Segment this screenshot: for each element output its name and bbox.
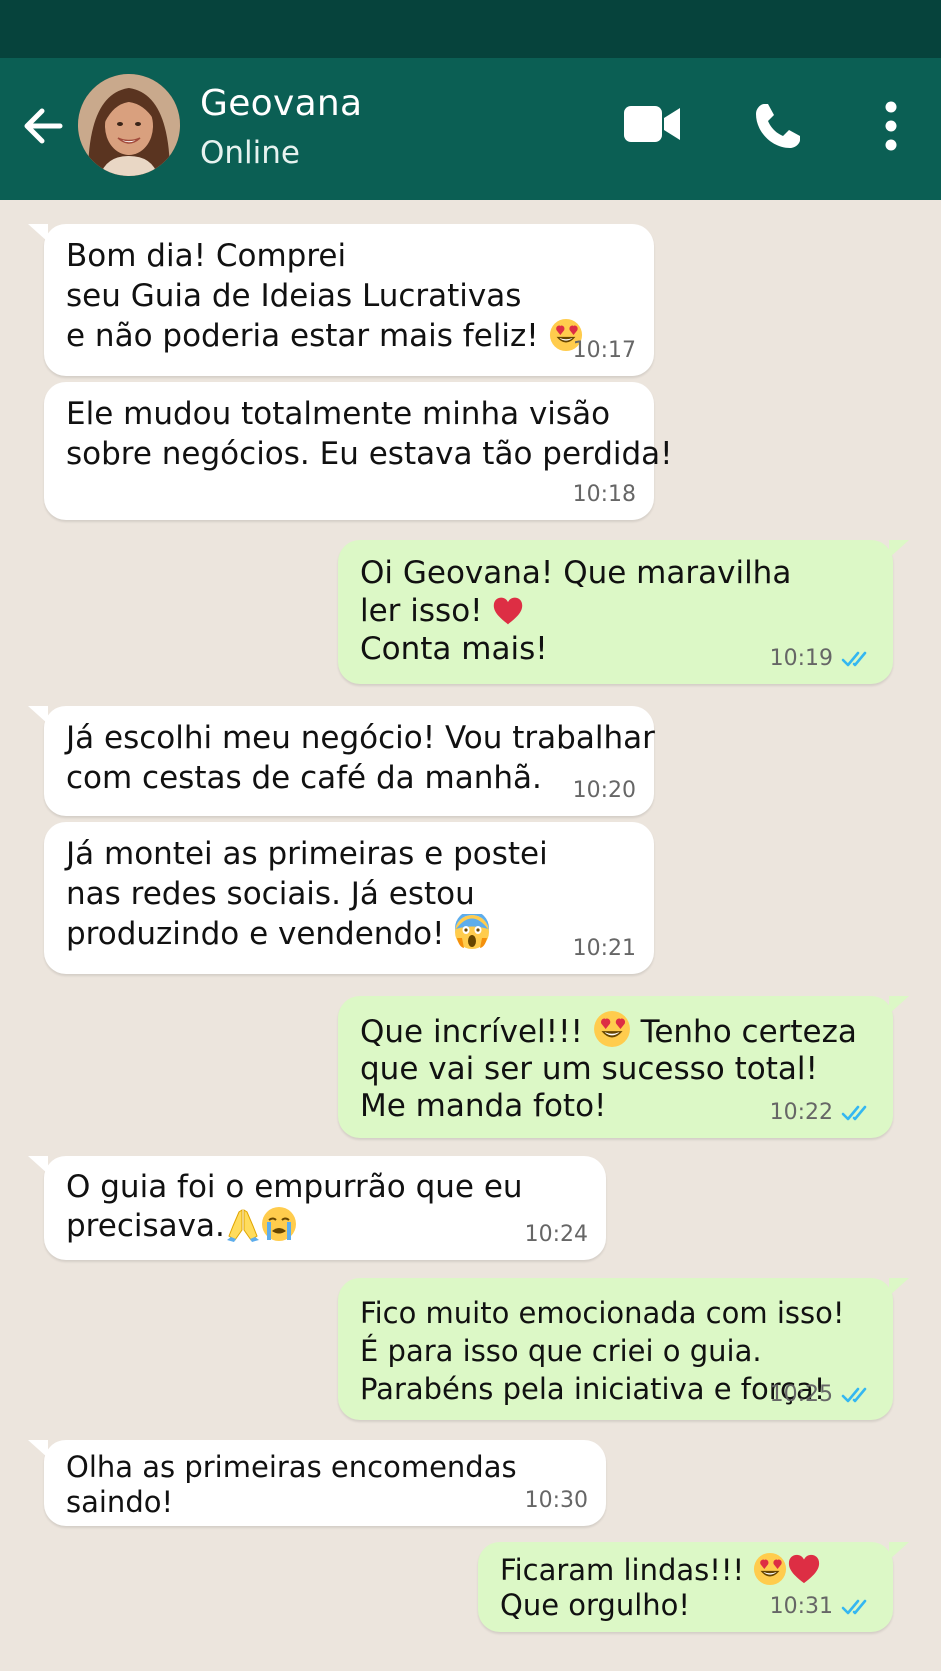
message-text: com cestas de café da manhã.	[66, 760, 542, 796]
status-bar	[0, 0, 941, 58]
message-time: 10:24	[524, 1222, 588, 1247]
outgoing-message[interactable]: Fico muito emocionada com isso! É para i…	[338, 1278, 909, 1420]
avatar-image	[78, 74, 180, 176]
message-text: seu Guia de Ideias Lucrativas	[66, 278, 522, 314]
bubble-tail	[889, 996, 909, 1014]
crying-face-emoji-icon	[261, 1206, 297, 1242]
message-time: 10:22	[769, 1100, 833, 1125]
message-time: 10:20	[572, 778, 636, 803]
bubble-tail	[28, 1156, 48, 1174]
red-heart-emoji-icon	[787, 1552, 821, 1586]
message-text: Olha as primeiras encomendas	[66, 1450, 517, 1484]
message-text: sobre negócios. Eu estava tão perdida!	[66, 436, 673, 472]
message-time: 10:30	[524, 1488, 588, 1513]
message-text: Já escolhi meu negócio! Vou trabalhar	[66, 720, 655, 756]
message-text: produzindo e vendendo!	[66, 916, 445, 952]
message-time: 10:19	[769, 646, 833, 671]
message-text: Já montei as primeiras e postei	[66, 836, 548, 872]
incoming-message[interactable]: Ele mudou totalmente minha visão sobre n…	[44, 382, 673, 520]
chat-header: Geovana Online	[0, 58, 941, 200]
message-time: 10:17	[572, 338, 636, 363]
message-text: saindo!	[66, 1485, 174, 1519]
red-heart-emoji-icon	[492, 595, 524, 627]
message-text: Bom dia! Comprei	[66, 238, 347, 274]
heart-eyes-emoji-icon	[593, 1010, 631, 1048]
incoming-message[interactable]: Bom dia! Comprei seu Guia de Ideias Lucr…	[28, 224, 654, 376]
bubble-tail	[889, 1278, 909, 1296]
contact-name[interactable]: Geovana	[200, 82, 362, 126]
message-text: precisava.	[66, 1208, 225, 1244]
folded-hands-emoji-icon	[225, 1206, 261, 1242]
double-check-icon	[841, 1103, 875, 1123]
bubble-tail	[28, 1440, 48, 1458]
double-check-icon	[841, 1597, 875, 1617]
bubble-tail	[28, 706, 48, 724]
kebab-menu-icon[interactable]	[880, 100, 902, 152]
message-text: nas redes sociais. Já estou	[66, 876, 475, 912]
incoming-message[interactable]: Já escolhi meu negócio! Vou trabalhar co…	[28, 706, 655, 816]
message-text: Ele mudou totalmente minha visão	[66, 396, 611, 432]
message-text: ler isso!	[360, 593, 483, 629]
arrow-left-icon[interactable]	[20, 102, 68, 150]
heart-eyes-emoji-icon	[753, 1552, 787, 1586]
message-text: Tenho certeza	[640, 1014, 857, 1050]
phone-icon[interactable]	[752, 100, 804, 152]
message-text: Fico muito emocionada com isso!	[360, 1296, 845, 1330]
message-text: Que incrível!!!	[360, 1014, 583, 1050]
outgoing-message[interactable]: Oi Geovana! Que maravilha ler isso! Cont…	[338, 540, 909, 684]
outgoing-message[interactable]: Ficaram lindas!!! Que orgulho! 10:31	[478, 1542, 909, 1632]
incoming-message[interactable]: Olha as primeiras encomendas saindo! 10:…	[28, 1440, 606, 1526]
screaming-face-emoji-icon	[454, 914, 490, 950]
bubble-tail	[889, 1542, 909, 1560]
outgoing-message[interactable]: Que incrível!!! Tenho certeza que vai se…	[338, 996, 909, 1138]
message-text: Ficaram lindas!!!	[500, 1553, 745, 1587]
bubble-tail	[28, 224, 48, 242]
video-camera-icon[interactable]	[622, 102, 682, 146]
double-check-icon	[841, 1385, 875, 1405]
message-text: e não poderia estar mais feliz!	[66, 318, 539, 354]
message-time: 10:25	[769, 1382, 833, 1407]
avatar[interactable]	[78, 74, 180, 176]
incoming-message[interactable]: Já montei as primeiras e postei nas rede…	[44, 822, 654, 974]
incoming-message[interactable]: O guia foi o empurrão que eu precisava. …	[28, 1156, 606, 1260]
message-time: 10:21	[572, 936, 636, 961]
message-text: É para isso que criei o guia.	[360, 1334, 762, 1368]
message-time: 10:31	[769, 1594, 833, 1619]
message-time: 10:18	[572, 482, 636, 507]
message-text: O guia foi o empurrão que eu	[66, 1169, 523, 1205]
message-text: Oi Geovana! Que maravilha	[360, 555, 792, 591]
contact-status: Online	[200, 135, 300, 171]
double-check-icon	[841, 649, 875, 669]
message-text: que vai ser um sucesso total!	[360, 1051, 818, 1087]
bubble-tail	[889, 540, 909, 558]
